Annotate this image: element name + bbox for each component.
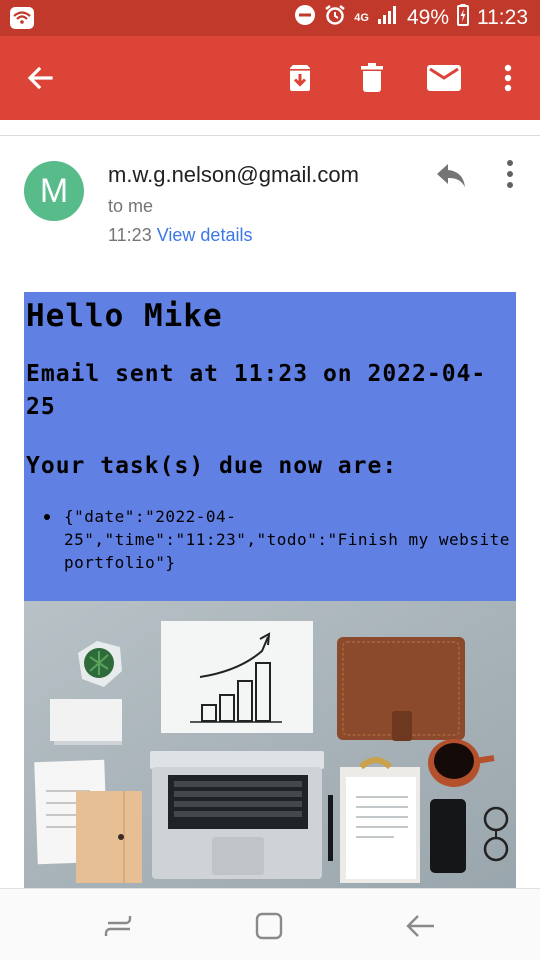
collapsed-messages-divider bbox=[0, 120, 540, 136]
tasks-heading: Your task(s) due now are: bbox=[26, 453, 398, 479]
mail-icon bbox=[427, 65, 461, 91]
greeting-heading: Hello Mike bbox=[26, 298, 223, 334]
message-more-button[interactable] bbox=[498, 158, 522, 190]
trash-icon bbox=[361, 63, 383, 92]
message-time: 11:23 bbox=[108, 225, 152, 245]
arrow-back-icon bbox=[27, 66, 53, 90]
recent-apps-icon bbox=[104, 916, 132, 936]
email-body: Hello Mike Email sent at 11:23 on 2022-0… bbox=[24, 292, 516, 601]
sent-info-heading: Email sent at 11:23 on 2022-04-25 bbox=[26, 361, 487, 420]
archive-button[interactable] bbox=[282, 60, 318, 96]
task-list: {"date":"2022-04-25","time":"11:23","tod… bbox=[26, 505, 514, 574]
recent-apps-button[interactable] bbox=[102, 911, 136, 941]
message-meta: 11:23 View details bbox=[108, 225, 252, 246]
status-bar: 4G 49% 11:23 bbox=[0, 0, 540, 36]
avatar[interactable]: M bbox=[24, 161, 84, 221]
recipient-label: to me bbox=[108, 196, 154, 216]
battery-percent: 49% bbox=[406, 6, 449, 29]
reply-button[interactable] bbox=[434, 160, 468, 190]
clock: 11:23 bbox=[477, 6, 528, 29]
reply-icon bbox=[437, 164, 465, 187]
mark-unread-button[interactable] bbox=[424, 60, 464, 96]
wifi-hotspot-icon bbox=[10, 7, 34, 29]
do-not-disturb-icon bbox=[294, 4, 316, 32]
back-nav-button[interactable] bbox=[404, 911, 438, 941]
back-button[interactable] bbox=[22, 60, 58, 96]
app-bar bbox=[0, 36, 540, 120]
task-item: {"date":"2022-04-25","time":"11:23","tod… bbox=[44, 505, 514, 574]
more-vert-icon bbox=[507, 160, 513, 188]
sender-address: m.w.g.nelson@gmail.com bbox=[108, 162, 359, 187]
more-vert-icon bbox=[504, 64, 512, 92]
network-type-label: 4G bbox=[354, 12, 369, 24]
arrow-back-icon bbox=[406, 915, 434, 937]
home-icon bbox=[255, 912, 283, 940]
alarm-icon bbox=[324, 4, 346, 32]
delete-button[interactable] bbox=[354, 60, 390, 96]
battery-icon bbox=[457, 4, 469, 32]
archive-icon bbox=[290, 65, 310, 91]
desk-photo bbox=[24, 601, 516, 888]
system-nav-bar bbox=[0, 888, 540, 960]
home-button[interactable] bbox=[254, 911, 288, 941]
view-details-link[interactable]: View details bbox=[157, 225, 253, 245]
more-options-button[interactable] bbox=[490, 60, 526, 96]
signal-icon bbox=[377, 5, 399, 31]
